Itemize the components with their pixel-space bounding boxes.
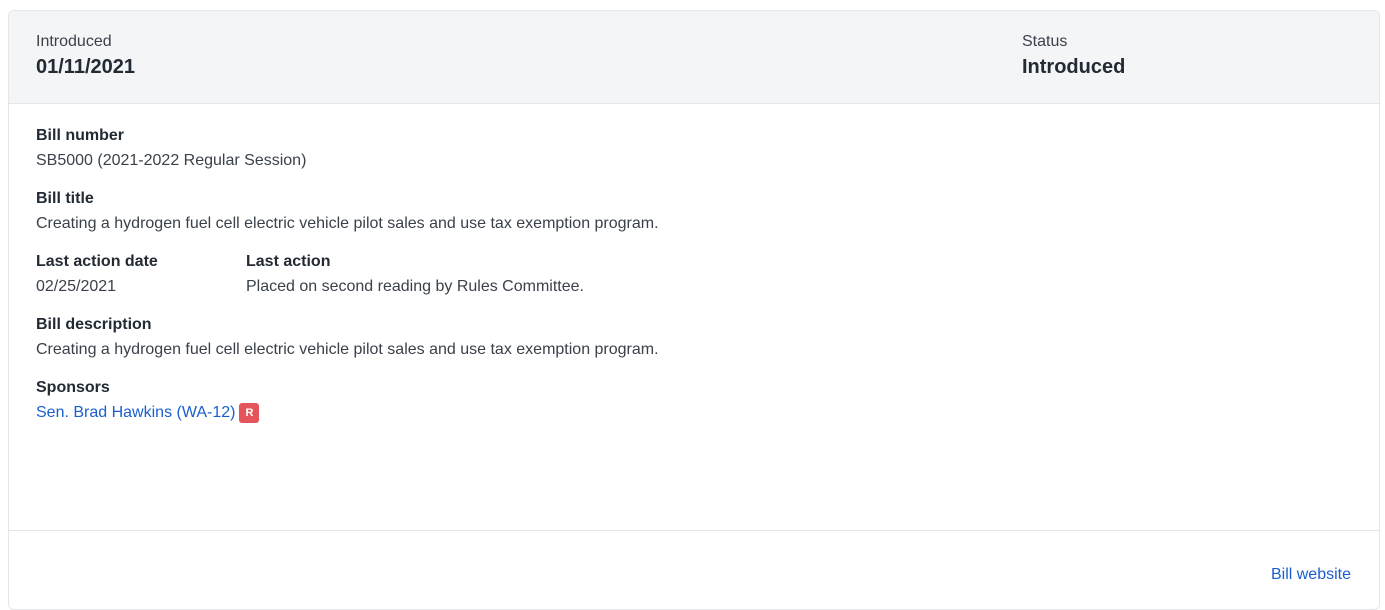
bill-number-value: SB5000 (2021-2022 Regular Session) bbox=[36, 152, 307, 169]
last-action-label: Last action bbox=[246, 253, 331, 270]
party-badge: R bbox=[239, 403, 260, 423]
sponsor-item: Sen. Brad Hawkins (WA-12) R bbox=[36, 401, 1352, 425]
bill-title-field: Bill title Creating a hydrogen fuel cell… bbox=[36, 189, 1352, 236]
sponsor-link[interactable]: Sen. Brad Hawkins (WA-12) bbox=[36, 404, 235, 421]
bill-description-label: Bill description bbox=[36, 316, 152, 333]
last-action-value: Placed on second reading by Rules Commit… bbox=[246, 278, 584, 295]
bill-card-footer: Bill website bbox=[9, 531, 1379, 609]
bill-card-body: Bill number SB5000 (2021-2022 Regular Se… bbox=[9, 104, 1379, 531]
sponsors-field: Sponsors Sen. Brad Hawkins (WA-12) R bbox=[36, 378, 1352, 425]
status-label: Status bbox=[1022, 33, 1068, 50]
last-action-field: Last action Placed on second reading by … bbox=[246, 252, 584, 299]
bill-number-label: Bill number bbox=[36, 127, 125, 144]
introduced-label: Introduced bbox=[36, 33, 112, 50]
bill-card-header: Introduced 01/11/2021 Status Introduced bbox=[9, 11, 1379, 104]
last-action-date-field: Last action date 02/25/2021 bbox=[36, 252, 246, 299]
last-action-row: Last action date 02/25/2021 Last action … bbox=[36, 252, 1352, 299]
last-action-date-label: Last action date bbox=[36, 253, 158, 270]
sponsors-label: Sponsors bbox=[36, 379, 110, 396]
bill-description-value: Creating a hydrogen fuel cell electric v… bbox=[36, 341, 659, 358]
bill-number-field: Bill number SB5000 (2021-2022 Regular Se… bbox=[36, 126, 1352, 173]
bill-title-label: Bill title bbox=[36, 190, 94, 207]
bill-description-field: Bill description Creating a hydrogen fue… bbox=[36, 315, 1352, 362]
last-action-date-value: 02/25/2021 bbox=[36, 278, 117, 295]
introduced-block: Introduced 01/11/2021 bbox=[36, 32, 135, 80]
bill-website-link[interactable]: Bill website bbox=[1271, 566, 1351, 584]
status-value: Introduced bbox=[1022, 56, 1126, 78]
status-block: Status Introduced bbox=[1022, 32, 1125, 80]
bill-title-value: Creating a hydrogen fuel cell electric v… bbox=[36, 215, 659, 232]
introduced-date: 01/11/2021 bbox=[36, 56, 135, 78]
bill-card: Introduced 01/11/2021 Status Introduced … bbox=[8, 10, 1380, 610]
